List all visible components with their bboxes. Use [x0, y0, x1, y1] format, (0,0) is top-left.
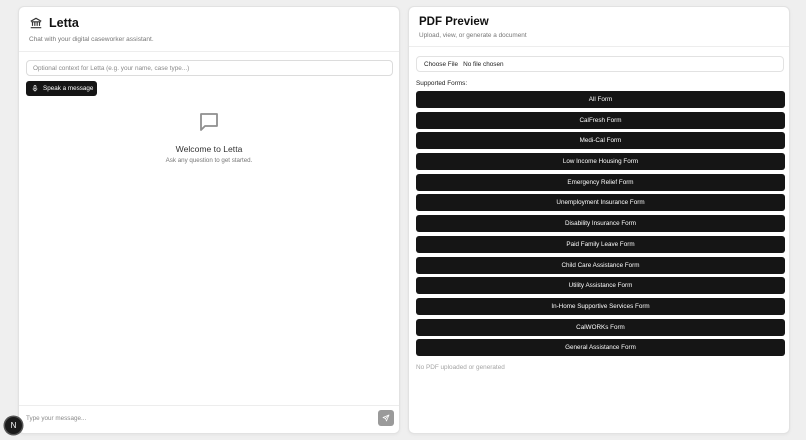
supported-forms-label: Supported Forms: — [416, 80, 468, 87]
form-button-disability-insurance[interactable]: Disability Insurance Form — [416, 215, 785, 233]
welcome-message: Welcome to Letta Ask any question to get… — [19, 110, 399, 164]
choose-file-button[interactable]: Choose File — [424, 61, 458, 68]
form-button-child-care-assistance[interactable]: Child Care Assistance Form — [416, 256, 785, 274]
form-button-unemployment-insurance[interactable]: Unemployment Insurance Form — [416, 194, 785, 212]
form-button-low-income-housing[interactable]: Low Income Housing Form — [416, 153, 785, 171]
form-button-all[interactable]: All Form — [416, 91, 785, 108]
form-button-utility-assistance[interactable]: Utility Assistance Form — [416, 277, 785, 295]
welcome-subtitle: Ask any question to get started. — [165, 157, 253, 164]
chat-subtitle: Chat with your digital caseworker assist… — [29, 36, 154, 43]
message-bar — [19, 405, 399, 433]
form-button-medi-cal[interactable]: Medi-Cal Form — [416, 132, 785, 150]
context-input[interactable] — [26, 60, 393, 76]
microphone-icon — [32, 85, 38, 92]
pdf-header: PDF Preview Upload, view, or generate a … — [409, 7, 789, 47]
app-title: Letta — [49, 16, 79, 30]
form-button-paid-family-leave[interactable]: Paid Family Leave Form — [416, 235, 785, 253]
message-input[interactable] — [26, 411, 376, 426]
n-badge-letter: N — [10, 421, 17, 430]
pdf-title: PDF Preview — [419, 16, 489, 28]
form-button-in-home-supportive-services[interactable]: In-Home Supportive Services Form — [416, 297, 785, 315]
form-button-calfresh[interactable]: CalFresh Form — [416, 111, 785, 129]
speak-button[interactable]: Speak a message — [26, 81, 97, 96]
file-input[interactable]: Choose File No file chosen — [416, 56, 784, 72]
chat-bubble-icon — [200, 113, 218, 131]
welcome-title: Welcome to Letta — [175, 144, 243, 154]
pdf-subtitle: Upload, view, or generate a document — [419, 32, 527, 39]
pdf-empty-state: No PDF uploaded or generated — [416, 364, 505, 371]
chat-header: Letta Chat with your digital caseworker … — [19, 7, 399, 52]
chat-panel: Letta Chat with your digital caseworker … — [18, 6, 400, 434]
pdf-panel: PDF Preview Upload, view, or generate a … — [408, 6, 790, 434]
form-button-general-assistance[interactable]: General Assistance Form — [416, 339, 785, 357]
title-row: Letta — [29, 16, 389, 30]
form-button-emergency-relief[interactable]: Emergency Relief Form — [416, 173, 785, 191]
forms-list: All Form CalFresh Form Medi-Cal Form Low… — [416, 91, 785, 360]
send-icon — [382, 414, 390, 422]
no-file-label: No file chosen — [463, 60, 504, 68]
send-button[interactable] — [378, 410, 394, 426]
form-button-calworks[interactable]: CalWORKs Form — [416, 318, 785, 336]
speak-button-label: Speak a message — [43, 85, 94, 92]
bank-icon — [30, 17, 42, 29]
n-badge[interactable]: N — [5, 417, 22, 434]
